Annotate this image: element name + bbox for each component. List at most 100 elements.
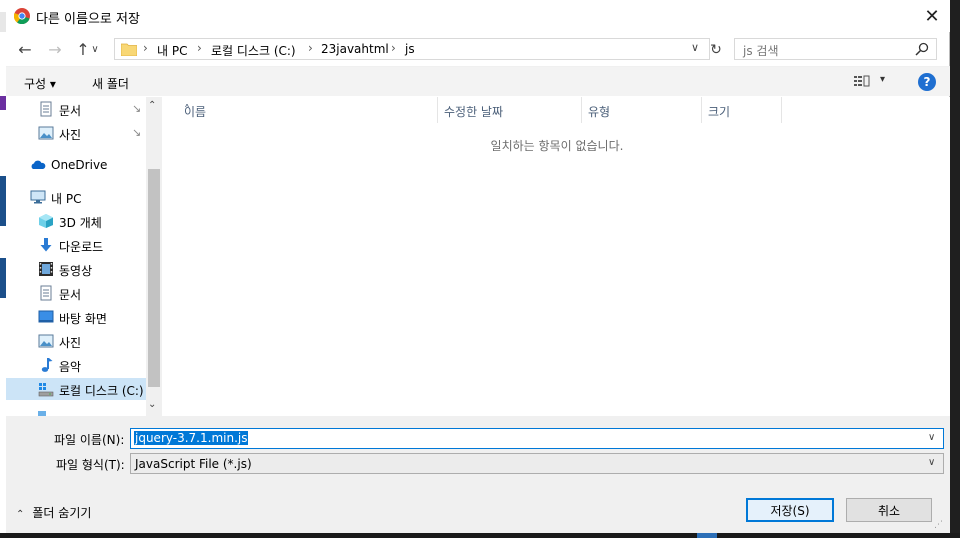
- new-folder-button[interactable]: 새 폴더: [92, 75, 129, 92]
- nav-item-label: 3D 개체: [59, 216, 102, 230]
- breadcrumb-separator[interactable]: ›: [143, 41, 148, 55]
- chrome-icon: [14, 8, 30, 24]
- chevron-up-icon: ⌃: [16, 509, 25, 520]
- cancel-button[interactable]: 취소: [846, 498, 932, 522]
- sort-ascending-icon: ˄: [184, 103, 190, 117]
- pictures-icon: [38, 126, 54, 140]
- title-bar: 다른 이름으로 저장 ✕: [6, 0, 950, 32]
- close-button[interactable]: ✕: [918, 4, 946, 28]
- refresh-icon: ↻: [710, 42, 722, 58]
- recent-locations-button[interactable]: ∨: [88, 38, 102, 60]
- address-bar[interactable]: › 내 PC › 로컬 디스크 (C:) › 23javahtml › js ∨: [114, 38, 710, 60]
- nav-item-label: 문서: [59, 104, 82, 118]
- close-icon: ✕: [924, 5, 940, 27]
- pc-icon: [30, 190, 46, 204]
- nav-pane-scroll-thumb[interactable]: [148, 169, 160, 387]
- column-header-name[interactable]: 이름 ˄: [178, 97, 438, 123]
- background-taskbar-accent: [697, 533, 717, 538]
- save-options-panel: 파일 이름(N): jquery-3.7.1.min.js ∨ 파일 형식(T)…: [6, 416, 950, 533]
- 3d-objects-icon: [39, 214, 53, 228]
- refresh-button[interactable]: ↻: [706, 40, 726, 60]
- pictures-icon: [38, 334, 54, 348]
- nav-item-label: 동영상: [59, 264, 93, 278]
- folder-icon: [121, 43, 137, 56]
- onedrive-icon: [31, 160, 46, 169]
- breadcrumb-pc[interactable]: 내 PC: [157, 42, 187, 59]
- breadcrumb-separator[interactable]: ›: [391, 41, 396, 55]
- column-label: 크기: [708, 105, 731, 119]
- scroll-up-icon[interactable]: ⌃: [148, 100, 156, 111]
- document-icon: [40, 285, 52, 301]
- background-bottom: [0, 533, 960, 538]
- filetype-dropdown-icon[interactable]: ∨: [928, 457, 935, 468]
- arrow-left-icon: ←: [18, 39, 32, 59]
- file-list[interactable]: 이름 ˄ 수정한 날짜 유형 크기 일치하는 항목이 없습니다.: [164, 97, 950, 416]
- music-icon: [41, 358, 53, 372]
- breadcrumb-current[interactable]: js: [405, 42, 415, 56]
- column-header-type[interactable]: 유형: [582, 97, 702, 123]
- chevron-down-icon: ∨: [91, 43, 99, 55]
- breadcrumb-folder[interactable]: 23javahtml: [321, 42, 389, 56]
- video-icon: [39, 262, 53, 276]
- navigation-pane: 문서 ↘ 사진 ↘ OneDrive 내 PC 3D 개체 다운로드 동영상 문…: [6, 97, 162, 416]
- nav-item-desktop[interactable]: 바탕 화면: [6, 306, 146, 328]
- help-icon: ?: [923, 75, 931, 89]
- nav-item-this-pc[interactable]: 내 PC: [6, 186, 146, 208]
- column-label: 수정한 날짜: [444, 105, 504, 119]
- hide-folders-label: 폴더 숨기기: [32, 506, 92, 520]
- cancel-button-label: 취소: [877, 503, 901, 518]
- nav-item-documents-pinned[interactable]: 문서 ↘: [6, 98, 146, 120]
- background-right: [950, 0, 960, 538]
- search-input[interactable]: js 검색: [734, 38, 937, 60]
- window-title: 다른 이름으로 저장: [36, 12, 140, 27]
- nav-item-music[interactable]: 음악: [6, 354, 146, 376]
- organize-button[interactable]: 구성 ▾: [24, 75, 56, 92]
- view-options-dropdown[interactable]: ▾: [880, 74, 885, 85]
- back-button[interactable]: ←: [14, 38, 36, 60]
- arrow-right-icon: →: [48, 39, 62, 59]
- column-header-size[interactable]: 크기: [702, 97, 782, 123]
- breadcrumb-drive[interactable]: 로컬 디스크 (C:): [211, 42, 296, 59]
- pin-icon: ↘: [132, 102, 142, 115]
- column-label: 유형: [588, 105, 611, 119]
- filetype-value: JavaScript File (*.js): [135, 457, 252, 471]
- search-placeholder: js 검색: [743, 44, 779, 58]
- view-options-icon[interactable]: [854, 75, 870, 88]
- filename-input[interactable]: jquery-3.7.1.min.js ∨: [130, 428, 944, 449]
- desktop-icon: [38, 310, 54, 323]
- column-header-date[interactable]: 수정한 날짜: [438, 97, 582, 123]
- nav-item-pictures[interactable]: 사진: [6, 330, 146, 352]
- nav-item-label: 사진: [59, 336, 82, 350]
- save-button[interactable]: 저장(S): [746, 498, 834, 522]
- hide-folders-toggle[interactable]: ⌃ 폴더 숨기기: [16, 504, 91, 521]
- command-bar: 구성 ▾ 새 폴더 ▾ ?: [6, 66, 950, 96]
- nav-item-local-disk[interactable]: 로컬 디스크 (C:): [6, 378, 146, 400]
- nav-item-label: 로컬 디스크 (C:): [59, 384, 144, 398]
- filename-label: 파일 이름(N):: [54, 433, 125, 447]
- filetype-select[interactable]: JavaScript File (*.js) ∨: [130, 453, 944, 474]
- pin-icon: ↘: [132, 126, 142, 139]
- search-icon: [915, 42, 929, 56]
- address-dropdown-icon[interactable]: ∨: [691, 41, 699, 54]
- forward-button[interactable]: →: [44, 38, 66, 60]
- nav-item-documents[interactable]: 문서: [6, 282, 146, 304]
- scroll-down-icon[interactable]: ⌄: [148, 399, 156, 410]
- filename-dropdown-icon[interactable]: ∨: [928, 432, 935, 443]
- nav-item-pictures-pinned[interactable]: 사진 ↘: [6, 122, 146, 144]
- resize-grip-icon[interactable]: ⋰: [934, 520, 943, 530]
- drive-icon: [38, 383, 54, 397]
- nav-item-3d-objects[interactable]: 3D 개체: [6, 210, 146, 232]
- filename-value: jquery-3.7.1.min.js: [134, 431, 249, 445]
- breadcrumb-separator[interactable]: ›: [197, 41, 202, 55]
- nav-item-downloads[interactable]: 다운로드: [6, 234, 146, 256]
- nav-item-videos[interactable]: 동영상: [6, 258, 146, 280]
- breadcrumb-separator[interactable]: ›: [308, 41, 313, 55]
- save-button-label: 저장(S): [770, 503, 810, 518]
- nav-item-label: 사진: [59, 128, 82, 142]
- empty-message: 일치하는 항목이 없습니다.: [490, 139, 624, 153]
- nav-item-onedrive[interactable]: OneDrive: [6, 154, 146, 176]
- nav-item-label: OneDrive: [51, 158, 108, 172]
- document-icon: [40, 101, 52, 117]
- help-button[interactable]: ?: [918, 73, 936, 91]
- nav-item-label: 내 PC: [51, 192, 82, 206]
